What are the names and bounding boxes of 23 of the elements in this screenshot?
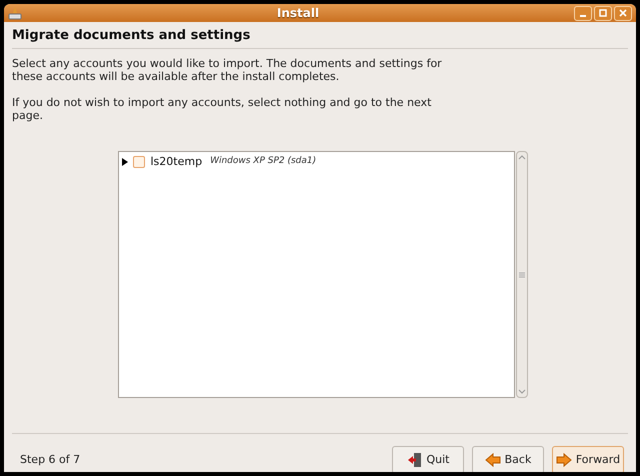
quit-button[interactable]: Quit bbox=[392, 446, 464, 472]
installer-icon bbox=[8, 6, 22, 20]
right-arrow-icon bbox=[556, 452, 572, 468]
account-detail: Windows XP SP2 (sda1) bbox=[210, 155, 316, 168]
instruction-text: Select any accounts you would like to import. The documents and settings for these accounts will be available after the install completes. bbox=[12, 57, 442, 83]
maximize-button[interactable] bbox=[594, 6, 612, 20]
instruction-text: If you do not wish to import any accounts, select nothing and go to the next page. bbox=[12, 96, 432, 122]
expander-icon[interactable] bbox=[120, 158, 128, 166]
maximize-icon bbox=[599, 9, 607, 17]
scrollbar[interactable] bbox=[516, 151, 528, 398]
page-heading: Migrate documents and settings bbox=[12, 27, 252, 45]
forward-button[interactable]: Forward bbox=[552, 446, 624, 472]
grip-icon bbox=[518, 272, 524, 278]
close-button[interactable] bbox=[614, 6, 632, 20]
exit-icon bbox=[406, 452, 422, 468]
account-checkbox[interactable] bbox=[132, 156, 144, 168]
step-indicator: Step 6 of 7 bbox=[20, 452, 82, 468]
minimize-button[interactable] bbox=[574, 6, 592, 20]
close-icon bbox=[619, 9, 627, 17]
back-button[interactable]: Back bbox=[472, 446, 544, 472]
window-title: Install bbox=[276, 5, 320, 22]
account-name: ls20temp bbox=[150, 154, 202, 170]
left-arrow-icon bbox=[484, 452, 501, 468]
